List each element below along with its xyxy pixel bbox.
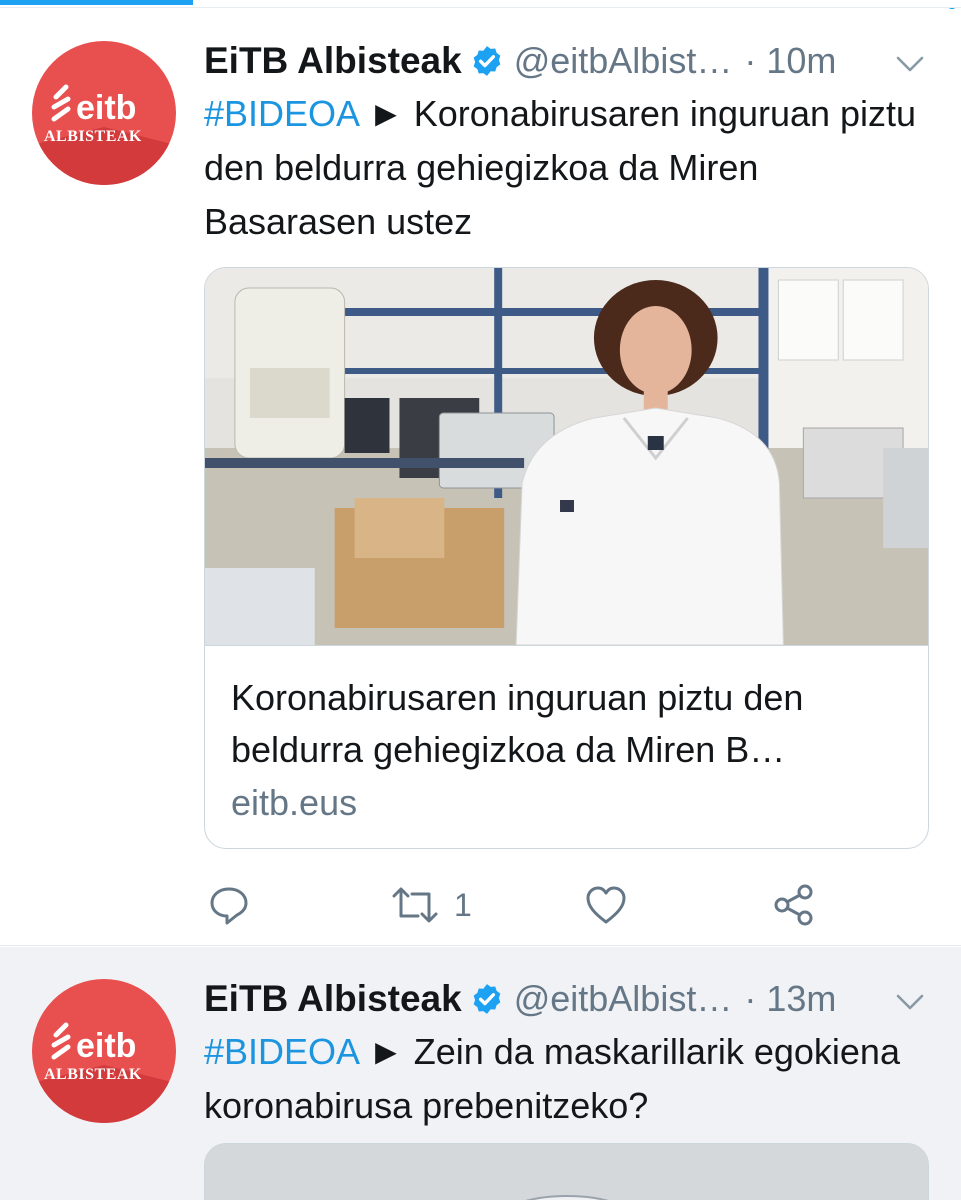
avatar[interactable]: eitb ALBISTEAK (32, 41, 176, 185)
avatar-logo-text: eitb (76, 89, 136, 127)
tweet[interactable]: eitb ALBISTEAK EiTB Albisteak @eitbAlbis… (0, 9, 961, 946)
timestamp[interactable]: · 13m (744, 978, 836, 1020)
time-value: 13m (766, 978, 837, 1019)
avatar-sub-text: ALBISTEAK (44, 128, 142, 145)
tweet-text: #BIDEOA ► Koronabirusaren inguruan piztu… (204, 87, 929, 249)
avatar-sub-text: ALBISTEAK (44, 1066, 142, 1083)
avatar[interactable]: eitb ALBISTEAK (32, 979, 176, 1123)
like-icon (586, 886, 626, 924)
arrow-glyph: ► (368, 1031, 404, 1072)
time-separator: · (744, 978, 757, 1019)
time-separator: · (744, 40, 757, 81)
time-value: 10m (766, 40, 837, 81)
tweet-actions: 1 (204, 883, 929, 927)
reply-icon (210, 887, 248, 925)
tweet-text: #BIDEOA ► Zein da maskarillarik egokiena… (204, 1025, 929, 1133)
top-progress-bar (0, 0, 961, 28)
tweet[interactable]: eitb ALBISTEAK EiTB Albisteak @eitbAlbis… (0, 947, 961, 1200)
card-title[interactable]: Koronabirusaren inguruan piztu den beldu… (231, 672, 902, 776)
tweet-header: EiTB Albisteak @eitbAlbist… · 10m (204, 37, 929, 85)
timestamp[interactable]: · 10m (744, 40, 836, 82)
card-body[interactable]: Koronabirusaren inguruan piztu den beldu… (205, 645, 928, 828)
author-handle[interactable]: @eitbAlbist… (514, 40, 733, 82)
like-button[interactable] (584, 883, 628, 927)
link-card[interactable]: Koronabirusaren inguruan piztu den beldu… (204, 267, 929, 849)
card-image[interactable] (205, 268, 928, 645)
tweet-content: EiTB Albisteak @eitbAlbist… · 10m #BIDEO… (204, 37, 929, 926)
retweet-icon (392, 887, 438, 923)
author-name[interactable]: EiTB Albisteak (204, 978, 462, 1020)
card-image[interactable] (205, 1144, 929, 1200)
chevron-down-icon[interactable] (893, 987, 927, 1017)
retweet-count: 1 (454, 886, 472, 923)
reply-button[interactable] (208, 883, 250, 927)
avatar-logo-text: eitb (76, 1027, 136, 1065)
author-handle[interactable]: @eitbAlbist… (514, 978, 733, 1020)
verified-icon (470, 982, 504, 1016)
hashtag-link[interactable]: #BIDEOA (204, 1031, 358, 1072)
progress-indicator (0, 0, 193, 5)
tweet-content: EiTB Albisteak @eitbAlbist… · 13m #BIDEO… (204, 975, 929, 1133)
arrow-glyph: ► (368, 93, 404, 134)
tweet-header: EiTB Albisteak @eitbAlbist… · 13m (204, 975, 929, 1023)
retweet-button[interactable]: 1 (390, 883, 472, 927)
share-button[interactable] (772, 883, 816, 927)
hashtag-link[interactable]: #BIDEOA (204, 93, 358, 134)
author-name[interactable]: EiTB Albisteak (204, 40, 462, 82)
card-domain[interactable]: eitb.eus (231, 778, 902, 828)
link-card[interactable] (204, 1143, 929, 1200)
verified-icon (470, 44, 504, 78)
share-icon (774, 884, 813, 926)
chevron-down-icon[interactable] (893, 49, 927, 79)
